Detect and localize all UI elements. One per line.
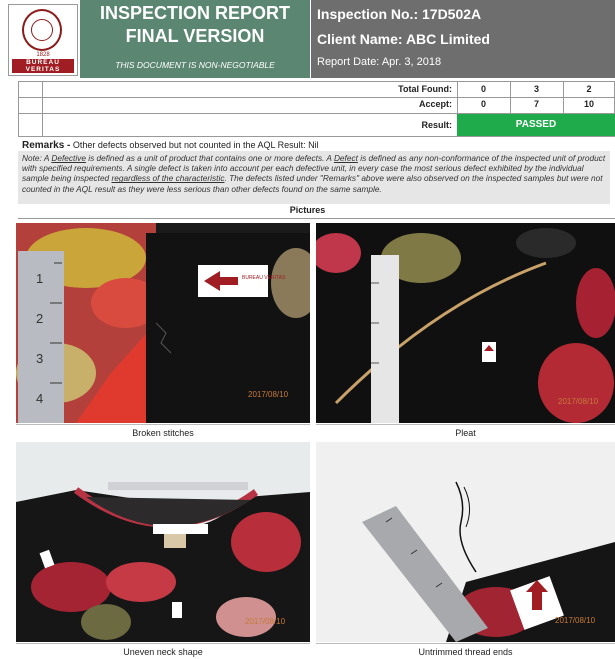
remarks-line: Remarks - Other defects observed but not… (22, 140, 319, 151)
client-name: Client Name: ABC Limited (317, 31, 490, 47)
info-panel: Inspection No.: 17D502A Client Name: ABC… (311, 0, 615, 78)
ruler-icon (108, 482, 248, 490)
total-found-label: Total Found: (398, 84, 452, 94)
report-version: FINAL VERSION (125, 26, 265, 46)
total-found-cell: 2 (586, 84, 592, 94)
ruler-mark: 1 (36, 271, 43, 286)
pictures-title: Pictures (289, 205, 326, 215)
title-panel: INSPECTION REPORT FINAL VERSION THIS DOC… (80, 0, 310, 78)
photo-untrimmed-thread-ends (316, 442, 615, 642)
caption-broken-stitches: Broken stitches (132, 428, 194, 438)
date-stamp: 2017/08/10 (558, 397, 599, 406)
disclaimer: THIS DOCUMENT IS NON-NEGOTIABLE (115, 60, 275, 70)
ruler-mark: 2 (36, 311, 43, 326)
report-header: 1828 BUREAU VERITAS INSPECTION REPORT FI… (0, 0, 615, 78)
caption-uneven-neck-shape: Uneven neck shape (123, 647, 203, 657)
brand-line-2: VERITAS (25, 66, 61, 73)
logo-year: 1828 (36, 52, 50, 58)
caption-untrimmed-thread-ends: Untrimmed thread ends (418, 647, 513, 657)
logo-brand-band: BUREAU VERITAS (12, 59, 74, 73)
photo-uneven-neck-shape (16, 442, 310, 642)
report-date: Report Date: Apr. 3, 2018 (317, 56, 442, 68)
result-status-badge: PASSED (457, 114, 615, 136)
total-found-cell: 3 (533, 84, 539, 94)
remarks-text: Other defects observed but not counted i… (72, 140, 319, 150)
ruler-mark: 3 (36, 351, 43, 366)
date-stamp: 2017/08/10 (245, 617, 286, 626)
caption-pleat: Pleat (455, 428, 476, 438)
accept-cell: 10 (583, 99, 594, 109)
seal-icon (22, 9, 62, 51)
ruler-icon: 1 2 3 4 (18, 251, 64, 423)
total-found-cell: 0 (480, 84, 486, 94)
date-stamp: 2017/08/10 (248, 390, 289, 399)
inspection-number: Inspection No.: 17D502A (317, 6, 482, 22)
accept-label: Accept: (418, 99, 452, 109)
date-stamp: 2017/08/10 (555, 616, 596, 625)
ruler-mark: 4 (36, 391, 43, 406)
remarks-label: Remarks - (22, 140, 71, 151)
accept-cell: 7 (533, 99, 539, 109)
ruler-icon (371, 255, 399, 423)
definition-note: Note: A Defective is defined as a unit o… (18, 151, 610, 204)
accept-cell: 0 (480, 99, 486, 109)
bureau-veritas-logo: 1828 BUREAU VERITAS (8, 4, 78, 76)
inspection-tag-icon (482, 342, 496, 362)
photo-pleat (316, 223, 615, 423)
brand-line-1: BUREAU (26, 59, 60, 66)
report-title: INSPECTION REPORT (99, 3, 291, 23)
result-label: Result: (421, 120, 452, 130)
tag-brand: BUREAU VERITAS (242, 275, 286, 281)
